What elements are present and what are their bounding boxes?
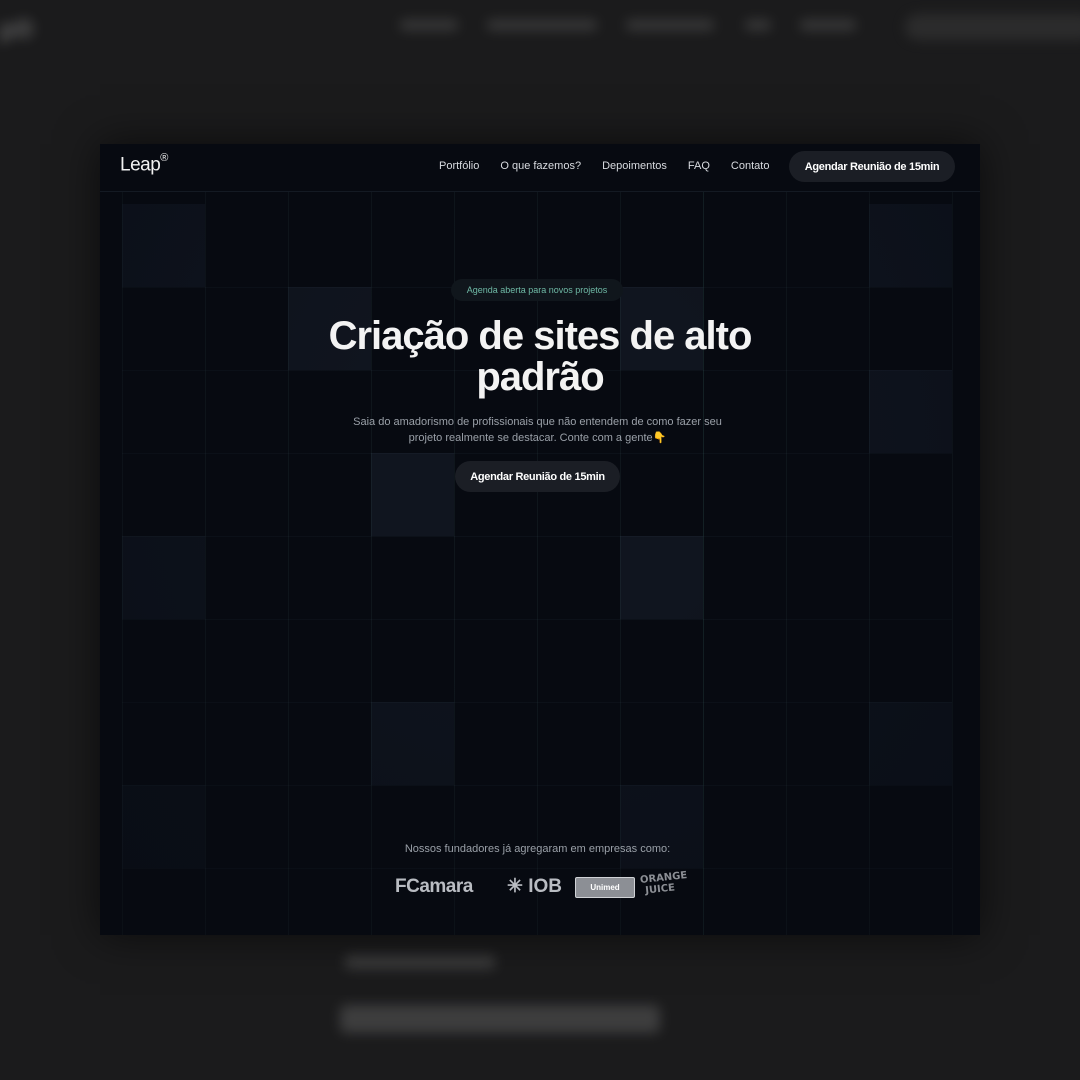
grid-line — [122, 702, 952, 703]
availability-badge: Agenda aberta para novos projetos — [451, 279, 623, 301]
brand-name: Leap — [120, 154, 161, 176]
grid-tile — [620, 785, 703, 868]
website-screenshot: Leap® Portfólio O que fazemos? Depoiment… — [100, 144, 980, 935]
top-navbar: Leap® Portfólio O que fazemos? Depoiment… — [100, 144, 980, 192]
hero-schedule-button[interactable]: Agendar Reunião de 15min — [455, 461, 620, 492]
blurred-link — [626, 20, 714, 30]
grid-line — [205, 192, 206, 935]
grid-line — [620, 192, 621, 935]
nav-link-contact[interactable]: Contato — [731, 160, 770, 172]
hero-subtitle: Saia do amadorismo de profissionais que … — [353, 416, 722, 444]
grid-tile — [371, 453, 454, 536]
grid-tile — [122, 204, 205, 287]
blurred-title — [340, 1005, 660, 1033]
nav-links: Portfólio O que fazemos? Depoimentos FAQ… — [439, 160, 790, 172]
grid-line — [786, 192, 787, 935]
grid-line — [122, 536, 952, 537]
grid-line — [454, 192, 455, 935]
registered-mark: ® — [160, 152, 168, 164]
blurred-link — [400, 20, 458, 30]
blurred-link — [745, 20, 771, 30]
blurred-logo: p® — [0, 14, 34, 44]
grid-line — [122, 785, 952, 786]
iob-logo-text: IOB — [528, 876, 562, 897]
grid-line — [122, 192, 123, 935]
grid-line — [122, 453, 952, 454]
iob-logo: ✳ IOB — [507, 875, 562, 898]
fcamara-logo: FCamara — [395, 876, 473, 897]
unimed-logo-text: Unimed — [590, 883, 620, 892]
grid-line — [371, 192, 372, 935]
nav-link-services[interactable]: O que fazemos? — [500, 160, 581, 172]
grid-line — [703, 192, 704, 935]
grid-line — [288, 192, 289, 935]
clients-label: Nossos fundadores já agregaram em empres… — [404, 843, 671, 855]
nav-link-portfolio[interactable]: Portfólio — [439, 160, 479, 172]
nav-link-faq[interactable]: FAQ — [688, 160, 710, 172]
grid-line — [537, 192, 538, 935]
blurred-cta — [905, 14, 1080, 40]
grid-tile — [122, 536, 205, 619]
grid-tile — [620, 536, 703, 619]
grid-tile — [371, 702, 454, 785]
asterisk-icon: ✳ — [507, 876, 523, 897]
grid-tile — [122, 785, 205, 868]
nav-schedule-button[interactable]: Agendar Reunião de 15min — [789, 151, 955, 182]
grid-tile — [869, 204, 952, 287]
nav-link-testimonials[interactable]: Depoimentos — [602, 160, 667, 172]
grid-line — [122, 868, 952, 869]
blurred-nav: p® — [0, 14, 1080, 44]
hero-title: Criação de sites de alto padrão — [328, 314, 753, 399]
tile-grid-background — [122, 192, 953, 935]
blurred-text — [345, 955, 495, 969]
grid-tile — [869, 702, 952, 785]
brand-logo[interactable]: Leap® — [120, 152, 168, 176]
unimed-logo: Unimed — [575, 877, 635, 898]
blurred-link — [800, 20, 856, 30]
grid-tile — [869, 370, 952, 453]
blurred-link — [487, 20, 597, 30]
orange-juice-logo: ORANGE JUICE — [639, 870, 688, 897]
grid-line — [122, 619, 952, 620]
grid-line — [952, 192, 953, 935]
grid-line — [869, 192, 870, 935]
